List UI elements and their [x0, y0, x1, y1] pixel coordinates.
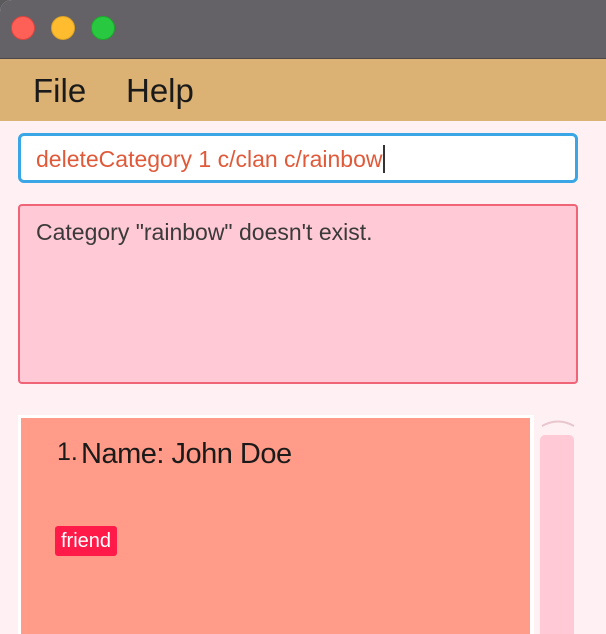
title-bar [0, 0, 606, 59]
text-caret [383, 145, 386, 173]
scrollbar-thumb[interactable] [540, 435, 574, 634]
menu-bar: File Help [0, 59, 606, 121]
person-name: Name: John Doe [81, 438, 292, 470]
person-list: 1. Name: John Doe friend [18, 415, 534, 634]
menu-help[interactable]: Help [126, 72, 194, 110]
list-scrollbar[interactable] [540, 415, 576, 634]
person-index: 1. [57, 438, 78, 466]
maximize-window-button[interactable] [91, 16, 115, 40]
person-card[interactable]: 1. Name: John Doe friend [21, 418, 530, 634]
command-value: deleteCategory 1 c/clan c/rainbow [36, 146, 383, 172]
app-window: File Help deleteCategory 1 c/clan c/rain… [0, 0, 606, 634]
command-input[interactable]: deleteCategory 1 c/clan c/rainbow [18, 133, 578, 183]
command-input-text: deleteCategory 1 c/clan c/rainbow [36, 145, 386, 173]
menu-file[interactable]: File [33, 72, 86, 110]
chevron-up-icon[interactable] [540, 415, 576, 429]
close-window-button[interactable] [11, 16, 35, 40]
minimize-window-button[interactable] [51, 16, 75, 40]
result-message: Category "rainbow" doesn't exist. [36, 219, 373, 245]
result-display: Category "rainbow" doesn't exist. [18, 204, 578, 384]
person-tag: friend [55, 526, 118, 556]
